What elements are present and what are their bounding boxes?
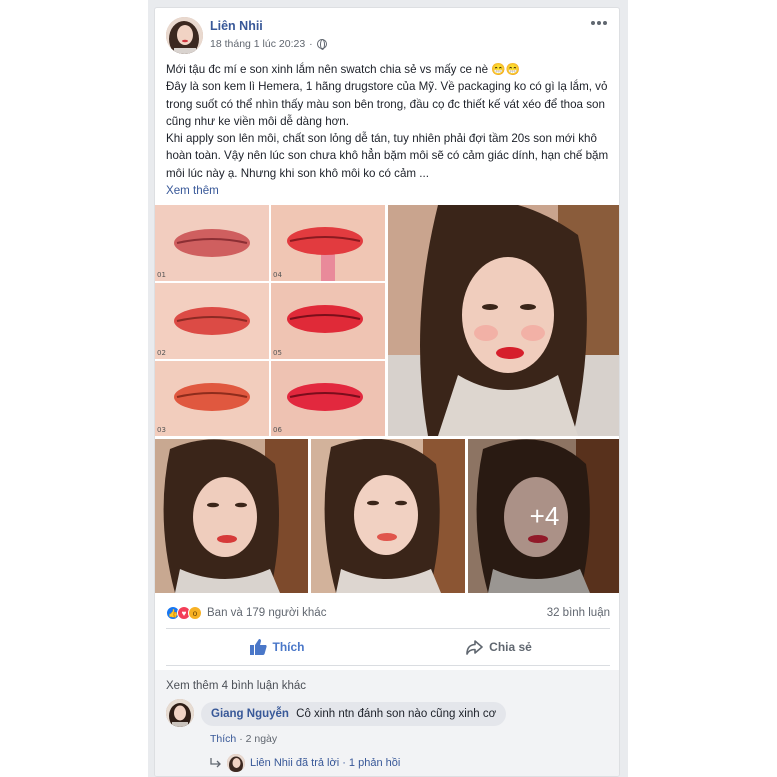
comments-section: Xem thêm 4 bình luận khác Giang Nguyễn C… (155, 670, 619, 776)
comment-separator: · (239, 733, 243, 745)
post-actions: Thích Chia sẻ (166, 630, 610, 664)
comment-bubble: Giang Nguyễn Cô xinh ntn đánh son nào cũ… (201, 702, 507, 726)
meta-separator: · (309, 38, 313, 50)
share-button[interactable]: Chia sẻ (388, 630, 610, 664)
comment-count[interactable]: 32 bình luận (547, 607, 610, 619)
post-text: Mới tậu đc mí e son xinh lắm nên swatch … (166, 61, 612, 199)
swatch-label-05: 05 (273, 349, 282, 357)
post-card: Liên Nhii 18 tháng 1 lúc 20:23 · Mới tậu… (154, 7, 620, 777)
commenter-avatar[interactable] (166, 699, 194, 727)
like-button[interactable]: Thích (166, 630, 388, 664)
commenter-name[interactable]: Giang Nguyễn (211, 708, 289, 720)
post-text-line-1: Mới tậu đc mí e son xinh lắm nên swatch … (166, 63, 521, 76)
thumbs-up-icon (249, 639, 267, 655)
photo-portrait-3[interactable] (311, 439, 465, 593)
photo-portrait-main[interactable] (388, 205, 619, 436)
reply-arrow-icon (210, 758, 221, 768)
photo-portrait-4-more[interactable]: +4 (468, 439, 619, 593)
reactions-summary: 👍 ♥ o Ban và 179 người khác 32 bình luận (166, 603, 610, 623)
post-meta: 18 tháng 1 lúc 20:23 · (210, 38, 327, 50)
divider-bottom (166, 665, 610, 666)
post-text-line-2: Đây là son kem lì Hemera, 1 hãng drugsto… (166, 80, 608, 128)
author-avatar[interactable] (166, 17, 203, 54)
reply-summary[interactable]: Liên Nhii đã trả lời · 1 phản hồi (250, 757, 400, 769)
swatch-label-04: 04 (273, 271, 282, 279)
share-label: Chia sẻ (489, 640, 532, 654)
swatch-label-01: 01 (157, 271, 166, 279)
post-timestamp[interactable]: 18 tháng 1 lúc 20:23 (210, 38, 305, 50)
more-options-icon[interactable] (591, 21, 607, 25)
swatch-label-03: 03 (157, 426, 166, 434)
share-icon (466, 639, 483, 655)
see-more-link[interactable]: Xem thêm (166, 184, 219, 197)
reply-row[interactable]: Liên Nhii đã trả lời · 1 phản hồi (210, 754, 400, 772)
like-label: Thích (272, 640, 305, 654)
author-name[interactable]: Liên Nhii (210, 19, 263, 33)
photo-lip-swatches[interactable]: 01 04 02 05 03 06 (155, 205, 385, 436)
reply-avatar (227, 754, 245, 772)
see-more-comments-link[interactable]: Xem thêm 4 bình luận khác (166, 680, 306, 692)
divider-top (166, 628, 610, 629)
comment-like-button[interactable]: Thích (210, 733, 236, 745)
comment-actions: Thích · 2 ngày (210, 733, 277, 745)
wow-reaction-icon: o (188, 606, 202, 620)
reactions-text[interactable]: Ban và 179 người khác (207, 607, 326, 619)
globe-icon (316, 39, 327, 50)
comment-time[interactable]: 2 ngày (246, 733, 278, 745)
photo-grid: 01 04 02 05 03 06 +4 (155, 205, 619, 593)
more-photos-count[interactable]: +4 (468, 439, 619, 593)
swatch-label-06: 06 (273, 426, 282, 434)
swatch-label-02: 02 (157, 349, 166, 357)
comment-text: Cô xinh ntn đánh son nào cũng xinh cơ (296, 708, 497, 720)
photo-portrait-2[interactable] (155, 439, 308, 593)
post-text-line-3: Khi apply son lên môi, chất son lỏng dễ … (166, 132, 609, 180)
